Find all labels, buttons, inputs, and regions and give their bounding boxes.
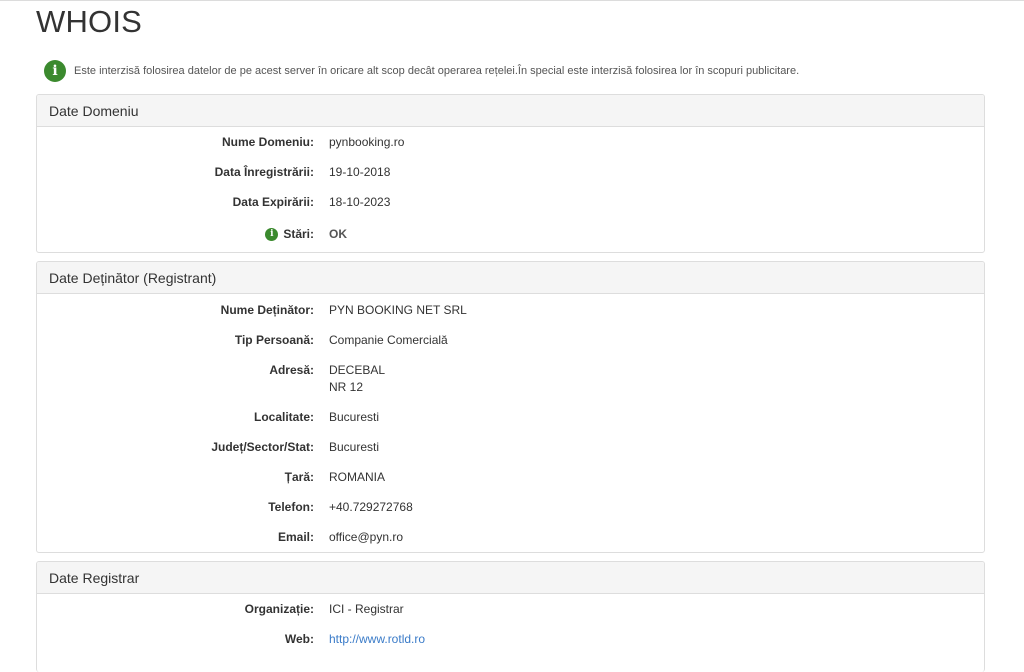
page-title: WHOIS [36, 4, 143, 39]
domain-panel: Date Domeniu Nume Domeniu: pynbooking.ro… [36, 94, 985, 253]
address-line-1: DECEBAL [329, 363, 386, 377]
registrant-panel: Date Deținător (Registrant) Nume Deținăt… [36, 261, 985, 553]
usage-notice: i Este interzisă folosirea datelor de pe… [44, 60, 799, 82]
phone-label: Telefon: [268, 500, 314, 514]
registrar-web-link[interactable]: http://www.rotld.ro [329, 632, 425, 646]
address-value: DECEBAL NR 12 [329, 362, 385, 396]
web-value: http://www.rotld.ro [329, 631, 425, 648]
status-label-wrap: i Stări: [265, 226, 314, 243]
status-info-icon[interactable]: i [265, 228, 279, 241]
organization-label: Organizație: [244, 602, 314, 616]
email-value: office@pyn.ro [329, 530, 403, 544]
registrar-panel-heading: Date Registrar [37, 562, 984, 594]
registration-date-label: Data Înregistrării: [214, 165, 314, 179]
top-border [0, 0, 1024, 1]
registration-date-value: 19-10-2018 [329, 165, 391, 179]
status-value: OK [329, 227, 347, 241]
info-icon: i [44, 60, 66, 82]
county-label: Județ/Sector/Stat: [211, 440, 314, 454]
web-label: Web: [284, 632, 314, 646]
domain-panel-heading: Date Domeniu [37, 95, 984, 127]
holder-name-value: PYN BOOKING NET SRL [329, 303, 467, 317]
address-line-2: NR 12 [329, 380, 364, 394]
address-label: Adresă: [269, 363, 314, 377]
domain-name-value: pynbooking.ro [329, 135, 405, 149]
country-value: ROMANIA [329, 470, 386, 484]
status-label: Stări: [283, 227, 314, 241]
person-type-label: Tip Persoană: [234, 333, 314, 347]
locality-value: Bucuresti [329, 410, 380, 424]
domain-name-label: Nume Domeniu: [221, 135, 314, 149]
person-type-value: Companie Comercială [329, 333, 448, 347]
expiration-date-value: 18-10-2023 [329, 195, 391, 209]
registrar-panel: Date Registrar Organizație: ICI - Regist… [36, 561, 985, 672]
registrant-panel-heading: Date Deținător (Registrant) [37, 262, 984, 294]
notice-text: Este interzisă folosirea datelor de pe a… [74, 65, 800, 77]
expiration-date-label: Data Expirării: [232, 195, 314, 209]
holder-name-label: Nume Deținător: [220, 303, 314, 317]
phone-value: +40.729272768 [329, 500, 413, 514]
locality-label: Localitate: [253, 410, 314, 424]
email-label: Email: [277, 530, 314, 544]
county-value: Bucuresti [329, 440, 380, 454]
country-label: Țară: [284, 470, 314, 484]
organization-value: ICI - Registrar [329, 602, 404, 616]
